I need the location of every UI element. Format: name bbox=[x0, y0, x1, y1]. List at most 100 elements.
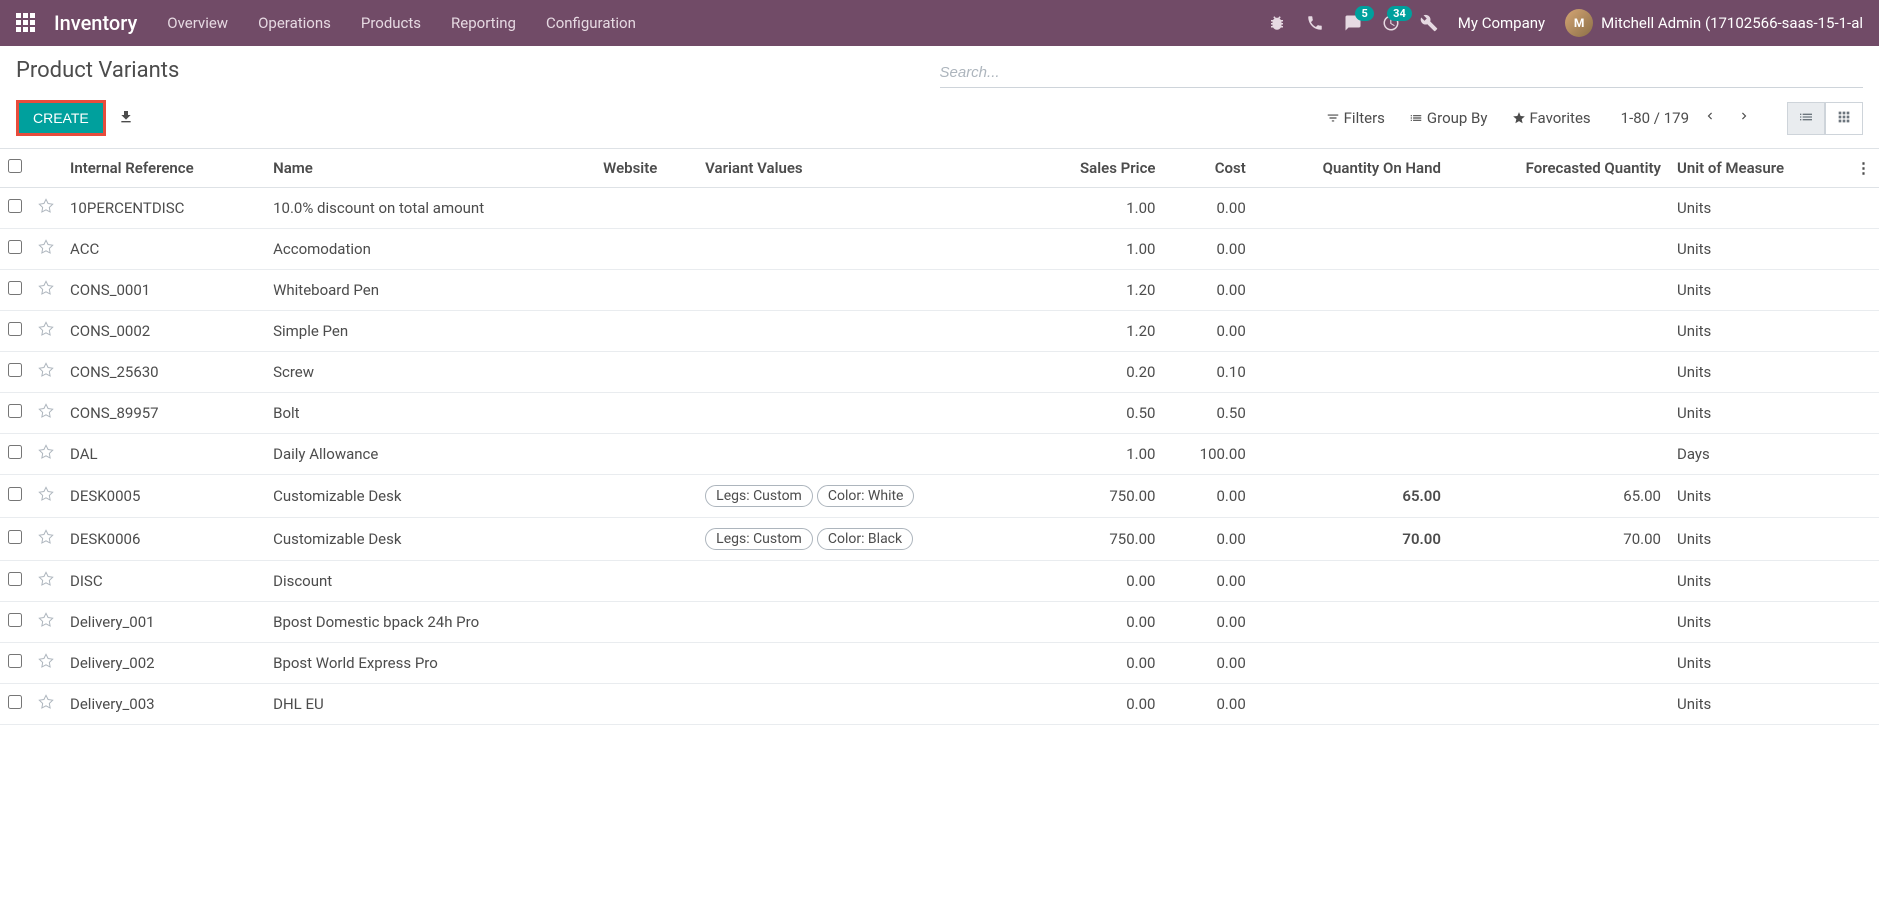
pager-next[interactable] bbox=[1731, 105, 1757, 132]
view-switcher bbox=[1787, 102, 1863, 135]
col-internal-ref[interactable]: Internal Reference bbox=[62, 149, 265, 188]
list-view-button[interactable] bbox=[1787, 102, 1825, 135]
cell-cost: 0.10 bbox=[1163, 352, 1253, 393]
col-sales-price[interactable]: Sales Price bbox=[1031, 149, 1164, 188]
star-icon[interactable] bbox=[38, 446, 54, 464]
row-checkbox[interactable] bbox=[8, 572, 22, 586]
favorites-button[interactable]: Favorites bbox=[1512, 109, 1591, 127]
row-checkbox[interactable] bbox=[8, 240, 22, 254]
menu-products[interactable]: Products bbox=[361, 14, 421, 32]
table-row[interactable]: 10PERCENTDISC 10.0% discount on total am… bbox=[0, 188, 1879, 229]
select-all-checkbox[interactable] bbox=[8, 159, 22, 173]
table-row[interactable]: DISC Discount 0.00 0.00 Units bbox=[0, 561, 1879, 602]
activities-icon[interactable]: 34 bbox=[1382, 14, 1400, 32]
row-checkbox[interactable] bbox=[8, 199, 22, 213]
row-checkbox[interactable] bbox=[8, 363, 22, 377]
col-variant-values[interactable]: Variant Values bbox=[697, 149, 1030, 188]
table-row[interactable]: DAL Daily Allowance 1.00 100.00 Days bbox=[0, 434, 1879, 475]
table-row[interactable]: DESK0006 Customizable Desk Legs: CustomC… bbox=[0, 518, 1879, 561]
cell-variants: Legs: CustomColor: White bbox=[697, 475, 1030, 518]
table-row[interactable]: DESK0005 Customizable Desk Legs: CustomC… bbox=[0, 475, 1879, 518]
company-selector[interactable]: My Company bbox=[1458, 14, 1545, 32]
kanban-view-button[interactable] bbox=[1825, 102, 1863, 135]
menu-reporting[interactable]: Reporting bbox=[451, 14, 516, 32]
table-row[interactable]: CONS_0002 Simple Pen 1.20 0.00 Units bbox=[0, 311, 1879, 352]
pager-prev[interactable] bbox=[1697, 105, 1723, 132]
row-checkbox[interactable] bbox=[8, 322, 22, 336]
star-icon[interactable] bbox=[38, 405, 54, 423]
search-input[interactable] bbox=[940, 64, 1864, 81]
cell-variants bbox=[697, 352, 1030, 393]
user-menu[interactable]: M Mitchell Admin (17102566-saas-15-1-al bbox=[1565, 9, 1863, 37]
app-brand[interactable]: Inventory bbox=[54, 11, 137, 35]
cell-ref: Delivery_002 bbox=[62, 643, 265, 684]
col-website[interactable]: Website bbox=[595, 149, 697, 188]
cell-uom: Units bbox=[1669, 684, 1848, 725]
col-qty-on-hand[interactable]: Quantity On Hand bbox=[1254, 149, 1449, 188]
tools-icon[interactable] bbox=[1420, 14, 1438, 32]
col-uom[interactable]: Unit of Measure bbox=[1669, 149, 1848, 188]
cell-website bbox=[595, 518, 697, 561]
star-icon[interactable] bbox=[38, 323, 54, 341]
table-row[interactable]: Delivery_001 Bpost Domestic bpack 24h Pr… bbox=[0, 602, 1879, 643]
star-icon[interactable] bbox=[38, 200, 54, 218]
cell-website bbox=[595, 475, 697, 518]
star-icon[interactable] bbox=[38, 531, 54, 549]
create-button[interactable]: CREATE bbox=[16, 100, 106, 136]
star-icon[interactable] bbox=[38, 364, 54, 382]
variant-tag: Legs: Custom bbox=[705, 485, 813, 507]
activities-badge: 34 bbox=[1387, 6, 1412, 21]
row-checkbox[interactable] bbox=[8, 445, 22, 459]
row-checkbox[interactable] bbox=[8, 404, 22, 418]
table-row[interactable]: Delivery_003 DHL EU 0.00 0.00 Units bbox=[0, 684, 1879, 725]
col-name[interactable]: Name bbox=[265, 149, 595, 188]
star-icon[interactable] bbox=[38, 241, 54, 259]
col-cost[interactable]: Cost bbox=[1163, 149, 1253, 188]
cell-website bbox=[595, 188, 697, 229]
row-checkbox[interactable] bbox=[8, 613, 22, 627]
bug-icon[interactable] bbox=[1268, 14, 1286, 32]
cell-uom: Units bbox=[1669, 643, 1848, 684]
groupby-button[interactable]: Group By bbox=[1409, 109, 1488, 127]
row-checkbox[interactable] bbox=[8, 281, 22, 295]
cell-name: Screw bbox=[265, 352, 595, 393]
table-row[interactable]: CONS_0001 Whiteboard Pen 1.20 0.00 Units bbox=[0, 270, 1879, 311]
apps-menu-icon[interactable] bbox=[16, 13, 36, 33]
cell-website bbox=[595, 561, 697, 602]
phone-icon[interactable] bbox=[1306, 14, 1324, 32]
row-checkbox[interactable] bbox=[8, 695, 22, 709]
cell-forecasted: 70.00 bbox=[1449, 518, 1669, 561]
cell-ref: CONS_0001 bbox=[62, 270, 265, 311]
star-icon[interactable] bbox=[38, 488, 54, 506]
star-icon[interactable] bbox=[38, 573, 54, 591]
import-button[interactable] bbox=[114, 105, 138, 132]
row-checkbox[interactable] bbox=[8, 487, 22, 501]
filters-button[interactable]: Filters bbox=[1326, 109, 1385, 127]
star-icon[interactable] bbox=[38, 614, 54, 632]
messages-icon[interactable]: 5 bbox=[1344, 14, 1362, 32]
cell-price: 0.50 bbox=[1031, 393, 1164, 434]
table-row[interactable]: Delivery_002 Bpost World Express Pro 0.0… bbox=[0, 643, 1879, 684]
row-checkbox[interactable] bbox=[8, 654, 22, 668]
menu-configuration[interactable]: Configuration bbox=[546, 14, 636, 32]
menu-operations[interactable]: Operations bbox=[258, 14, 331, 32]
star-icon[interactable] bbox=[38, 282, 54, 300]
cell-qty bbox=[1254, 311, 1449, 352]
cell-uom: Units bbox=[1669, 393, 1848, 434]
cell-ref: CONS_89957 bbox=[62, 393, 265, 434]
star-icon[interactable] bbox=[38, 696, 54, 714]
table-row[interactable]: CONS_89957 Bolt 0.50 0.50 Units bbox=[0, 393, 1879, 434]
cell-cost: 0.00 bbox=[1163, 270, 1253, 311]
table-row[interactable]: CONS_25630 Screw 0.20 0.10 Units bbox=[0, 352, 1879, 393]
col-options[interactable]: ⋮ bbox=[1848, 149, 1879, 188]
menu-overview[interactable]: Overview bbox=[167, 14, 228, 32]
pager-text[interactable]: 1-80 / 179 bbox=[1621, 109, 1689, 127]
cell-forecasted bbox=[1449, 434, 1669, 475]
table-row[interactable]: ACC Accomodation 1.00 0.00 Units bbox=[0, 229, 1879, 270]
cell-variants bbox=[697, 643, 1030, 684]
col-forecasted[interactable]: Forecasted Quantity bbox=[1449, 149, 1669, 188]
cell-name: Daily Allowance bbox=[265, 434, 595, 475]
cell-variants bbox=[697, 434, 1030, 475]
star-icon[interactable] bbox=[38, 655, 54, 673]
row-checkbox[interactable] bbox=[8, 530, 22, 544]
